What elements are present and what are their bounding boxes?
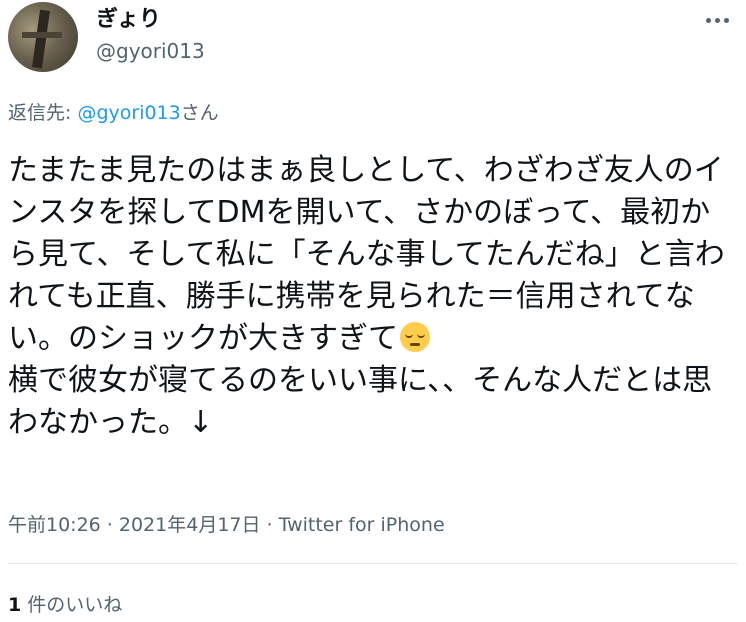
reply-prefix: 返信先: [8,102,78,124]
author-handle[interactable]: @gyori013 [96,38,205,64]
divider [8,563,738,564]
pensive-face-icon [400,322,430,352]
likes-count[interactable]: 1 件のいいね [8,592,122,618]
avatar[interactable] [8,2,78,72]
dot [706,17,711,23]
likes-number: 1 [8,594,22,616]
tweet-meta[interactable]: 午前10:26 · 2021年4月17日 · Twitter for iPhon… [8,512,445,538]
reply-to: 返信先: @gyori013さん [8,100,219,126]
likes-label: 件のいいね [27,594,123,616]
avatar-photo-shape [32,9,50,69]
reply-target-link[interactable]: @gyori013 [77,102,180,124]
reply-suffix: さん [180,102,219,124]
avatar-photo-shape [22,32,62,38]
author-name[interactable]: ぎょり [96,6,161,34]
tweet-text: たまたま見たのはまぁ良しとして、わざわざ友人のインスタを探してDMを開いて、さか… [8,150,738,444]
more-icon[interactable] [706,14,732,26]
tweet-text-part2: 横で彼女が寝てるのをいい事に、、そんな人だとは思わなかった。↓ [8,363,713,440]
tweet-text-part1: たまたま見たのはまぁ良しとして、わざわざ友人のインスタを探してDMを開いて、さか… [8,153,725,356]
dot [715,17,720,23]
dot [724,17,729,23]
